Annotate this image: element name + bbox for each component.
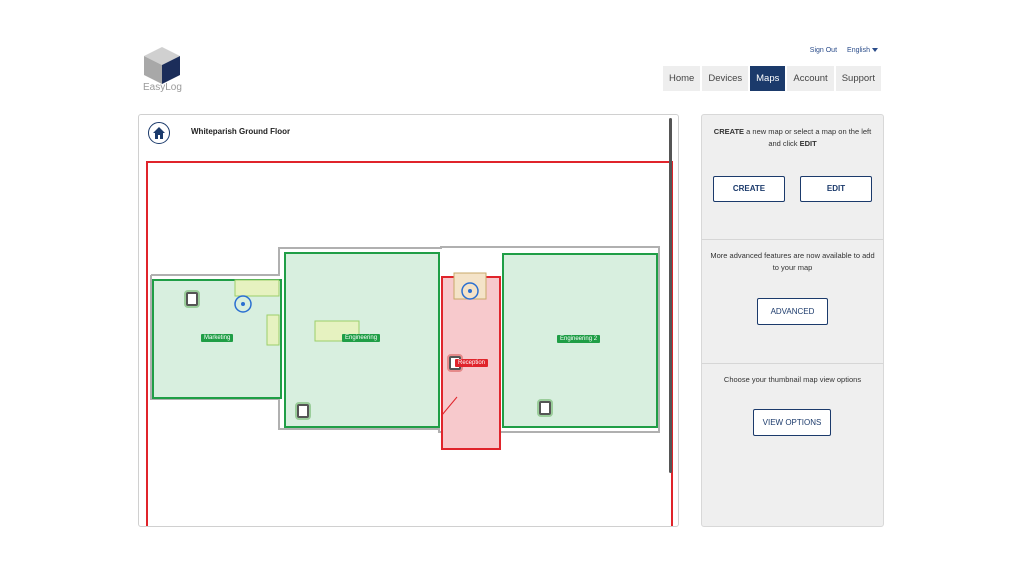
device-icon[interactable] [537,399,553,417]
chevron-down-icon [872,48,878,53]
brand-name: EasyLog [143,82,182,93]
home-icon [153,127,165,139]
room-label[interactable]: Reception [455,359,489,367]
tab-home[interactable]: Home [663,66,703,91]
device-icon[interactable] [295,402,311,420]
language-select[interactable]: English [847,47,878,54]
home-button[interactable] [148,122,170,144]
tab-support[interactable]: Support [835,66,883,91]
view-section: Choose your thumbnail map view options V… [702,364,883,526]
view-text: Choose your thumbnail map view options [723,375,862,384]
floor-plan[interactable] [139,115,679,527]
main-nav: Home Devices Maps Account Support [663,66,883,91]
room-label[interactable]: Marketing [201,334,234,342]
tab-account[interactable]: Account [787,66,836,91]
scrollbar[interactable] [669,118,672,473]
device-icon[interactable] [184,290,200,308]
language-label: English [847,47,870,54]
create-instructions: CREATE a new map or select a map on the … [702,126,883,150]
create-button[interactable]: CREATE [713,176,785,202]
side-panel: CREATE a new map or select a map on the … [701,114,884,527]
page: EasyLog Sign Out English Home Devices Ma… [0,0,1024,586]
edit-button[interactable]: EDIT [800,176,872,202]
sign-out-link[interactable]: Sign Out [810,47,837,54]
advanced-section: More advanced features are now available… [702,240,883,364]
top-links: Sign Out English [810,47,878,54]
create-section: CREATE a new map or select a map on the … [702,115,883,240]
create-keyword: CREATE [713,127,745,136]
advanced-button[interactable]: ADVANCED [757,298,828,325]
edit-keyword: EDIT [799,139,817,148]
map-panel: Marketing Engineering Reception Engineer… [138,114,679,527]
tab-devices[interactable]: Devices [702,66,751,91]
advanced-text: More advanced features are now available… [710,251,875,272]
tab-maps[interactable]: Maps [750,66,788,91]
map-title: Whiteparish Ground Floor [191,127,291,136]
room-label[interactable]: Engineering 2 [557,335,601,343]
room-label[interactable]: Engineering [342,334,381,342]
view-options-button[interactable]: VIEW OPTIONS [753,409,831,436]
